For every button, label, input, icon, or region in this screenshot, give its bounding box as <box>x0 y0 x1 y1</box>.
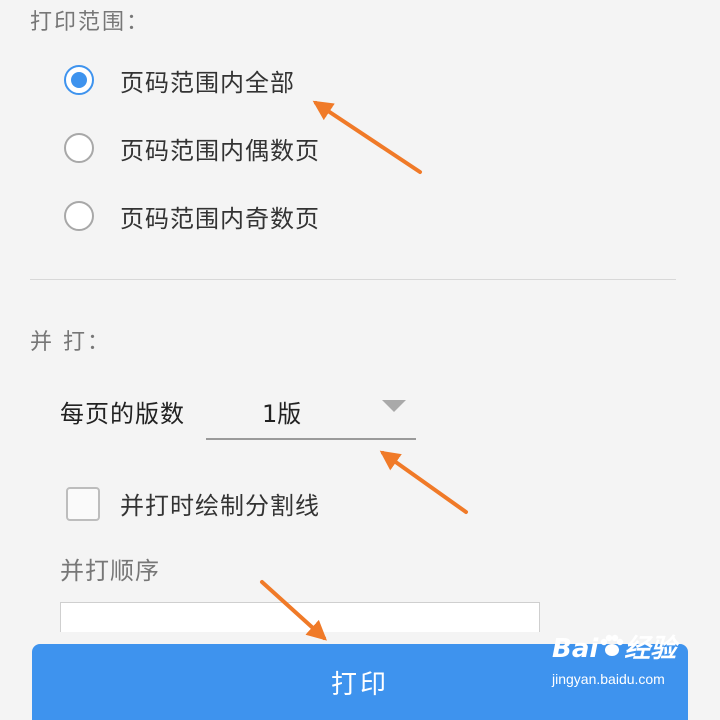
select-underline <box>206 438 416 440</box>
pages-per-sheet-label: 每页的版数 <box>60 400 185 428</box>
radio-button-all[interactable] <box>64 65 94 95</box>
pages-per-sheet-value: 1版 <box>262 400 302 428</box>
draw-divider-label: 并打时绘制分割线 <box>120 492 320 520</box>
combine-label: 并 打： <box>30 330 111 355</box>
order-select[interactable] <box>60 602 540 632</box>
radio-button-odd[interactable] <box>64 201 94 231</box>
print-range-label: 打印范围： <box>30 10 151 35</box>
triangle-down-icon[interactable] <box>382 400 406 412</box>
pages-per-sheet-select[interactable]: 1版 <box>206 380 416 442</box>
radio-button-even[interactable] <box>64 133 94 163</box>
watermark-brand: Bai <box>552 634 599 664</box>
radio-label-odd: 页码范围内奇数页 <box>120 204 320 233</box>
order-label: 并打顺序 <box>60 557 160 585</box>
annotation-arrow-1 <box>312 100 422 174</box>
annotation-arrow-2 <box>379 450 468 514</box>
radio-label-all: 页码范围内全部 <box>120 68 295 97</box>
draw-divider-checkbox[interactable] <box>66 486 100 521</box>
watermark-brand-row: Bai 经验 <box>552 628 692 665</box>
baidu-paw-icon <box>601 634 624 656</box>
watermark-url: jingyan.baidu.com <box>552 671 665 687</box>
section-divider <box>30 279 676 280</box>
radio-label-even: 页码范围内偶数页 <box>120 136 320 165</box>
print-button-label: 打印 <box>330 669 389 700</box>
radio-option-all[interactable]: 页码范围内全部 <box>64 58 295 102</box>
radio-option-odd[interactable]: 页码范围内奇数页 <box>64 194 320 238</box>
baidu-watermark: Bai 经验 jingyan.baidu.com <box>552 628 692 710</box>
watermark-brand-suffix: 经验 <box>624 634 677 664</box>
radio-option-even[interactable]: 页码范围内偶数页 <box>64 126 320 170</box>
draw-divider-option[interactable]: 并打时绘制分割线 <box>66 486 320 521</box>
